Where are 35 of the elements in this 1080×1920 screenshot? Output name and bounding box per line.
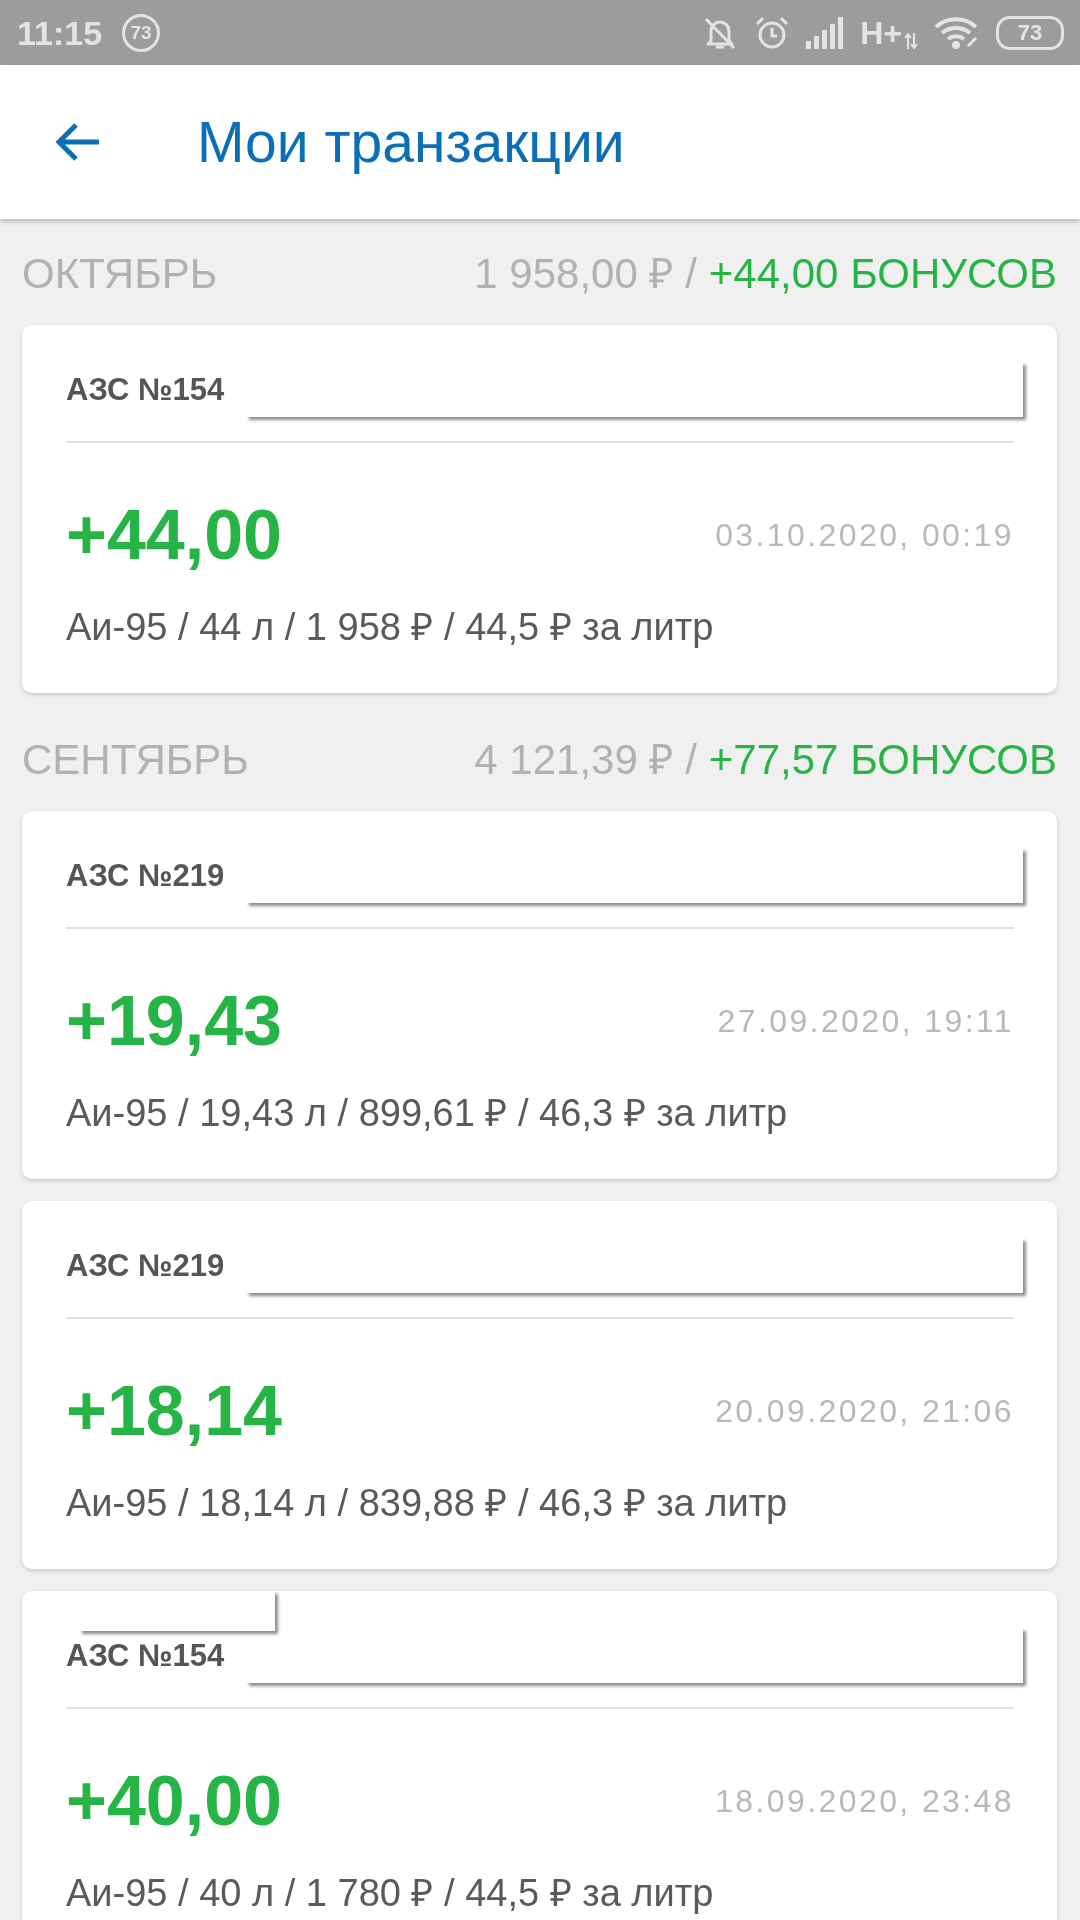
station-label: АЗС №219	[66, 1250, 225, 1281]
transaction-card[interactable]: АЗС №219 +19,43 27.09.2020, 19:11 Аи-95 / 19,43 л / 899,61 ₽ / 46,3 ₽ за литр	[22, 811, 1057, 1179]
transaction-card[interactable]: АЗС №154 +40,00 18.09.2020, 23:48 Аи-95 / 40 л / 1 780 ₽ / 44,5 ₽ за литр	[22, 1591, 1057, 1920]
fuel-details: Аи-95 / 40 л / 1 780 ₽ / 44,5 ₽ за литр	[66, 1874, 715, 1912]
station-label: АЗС №219	[66, 860, 225, 891]
notification-count-badge: 73	[122, 13, 161, 52]
bonus-amount: +18,14	[66, 1376, 283, 1446]
transaction-datetime: 03.10.2020, 00:19	[715, 519, 1014, 551]
bonus-amount: +44,00	[66, 500, 283, 570]
transaction-datetime: 27.09.2020, 19:11	[717, 1005, 1014, 1037]
battery-indicator: 73	[996, 15, 1064, 50]
transaction-datetime: 20.09.2020, 21:06	[715, 1395, 1014, 1427]
month-name: СЕНТЯБРЬ	[22, 739, 249, 781]
station-label: АЗС №154	[66, 1640, 225, 1671]
network-type-label: H+	[860, 16, 902, 49]
station-label: АЗС №154	[66, 374, 225, 405]
wifi-icon	[934, 15, 980, 50]
transaction-card[interactable]: АЗС №219 +18,14 20.09.2020, 21:06 Аи-95 / 18,14 л / 839,88 ₽ / 46,3 ₽ за литр	[22, 1201, 1057, 1569]
month-total: 1 958,00 ₽ /	[474, 253, 697, 295]
month-bonus-total: +44,00 БОНУСОВ	[708, 253, 1057, 295]
month-bonus-total: +77,57 БОНУСОВ	[708, 739, 1057, 781]
bonus-amount: +19,43	[66, 986, 283, 1056]
back-arrow-icon	[55, 122, 101, 162]
status-time: 11:15	[17, 15, 103, 50]
month-name: ОКТЯБРЬ	[22, 253, 218, 295]
transaction-card[interactable]: АЗС №154 +44,00 03.10.2020, 00:19 Аи-95 / 44 л / 1 958 ₽ / 44,5 ₽ за литр	[22, 325, 1057, 693]
signal-bars-icon	[806, 16, 845, 49]
fuel-details: Аи-95 / 44 л / 1 958 ₽ / 44,5 ₽ за литр	[66, 608, 715, 646]
data-arrows-icon	[904, 32, 918, 49]
bonus-amount: +40,00	[66, 1766, 283, 1836]
fuel-details: Аи-95 / 19,43 л / 899,61 ₽ / 46,3 ₽ за литр	[66, 1094, 789, 1132]
transaction-datetime: 18.09.2020, 23:48	[715, 1785, 1014, 1817]
fuel-details: Аи-95 / 18,14 л / 839,88 ₽ / 46,3 ₽ за литр	[66, 1484, 789, 1522]
alarm-clock-icon	[754, 14, 791, 51]
month-total: 4 121,39 ₽ /	[474, 739, 697, 781]
